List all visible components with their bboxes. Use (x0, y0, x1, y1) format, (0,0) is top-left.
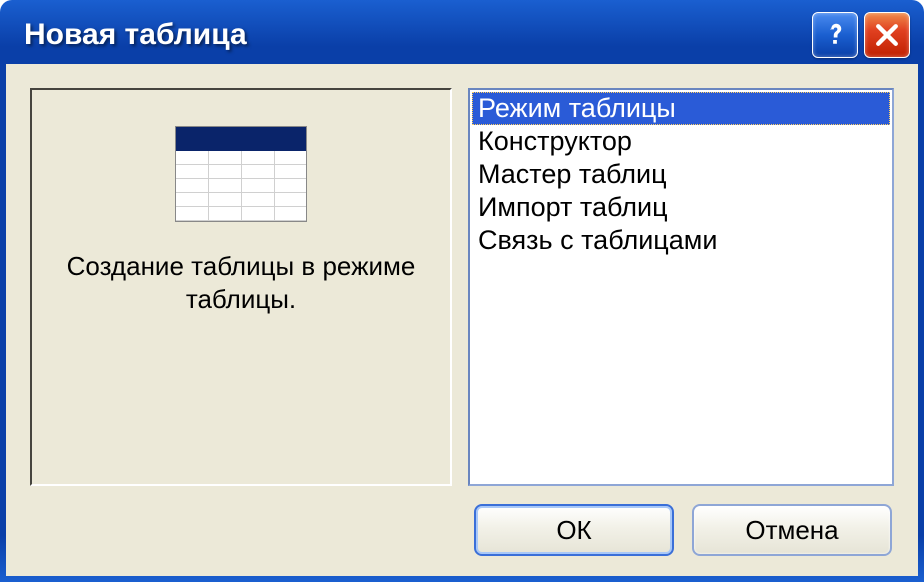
options-listbox[interactable]: Режим таблицы Конструктор Мастер таблиц … (468, 88, 894, 486)
preview-description: Создание таблицы в режиме таблицы. (32, 250, 450, 315)
dialog-window: Новая таблица Создание таблицы в режи (0, 0, 924, 582)
help-icon (820, 20, 850, 50)
preview-panel: Создание таблицы в режиме таблицы. (30, 88, 452, 486)
list-item[interactable]: Импорт таблиц (472, 191, 890, 224)
main-content: Создание таблицы в режиме таблицы. Режим… (30, 88, 894, 486)
list-item[interactable]: Режим таблицы (472, 92, 890, 125)
close-button[interactable] (864, 12, 910, 58)
client-area: Создание таблицы в режиме таблицы. Режим… (6, 64, 918, 576)
ok-button[interactable]: ОК (474, 504, 674, 556)
cancel-button[interactable]: Отмена (692, 504, 892, 556)
button-row: ОК Отмена (30, 504, 894, 556)
table-icon (175, 126, 307, 222)
list-item[interactable]: Связь с таблицами (472, 224, 890, 257)
list-item[interactable]: Конструктор (472, 125, 890, 158)
window-title: Новая таблица (24, 18, 812, 52)
list-item[interactable]: Мастер таблиц (472, 158, 890, 191)
help-button[interactable] (812, 12, 858, 58)
close-icon (872, 20, 902, 50)
titlebar: Новая таблица (6, 6, 918, 64)
titlebar-buttons (812, 12, 910, 58)
